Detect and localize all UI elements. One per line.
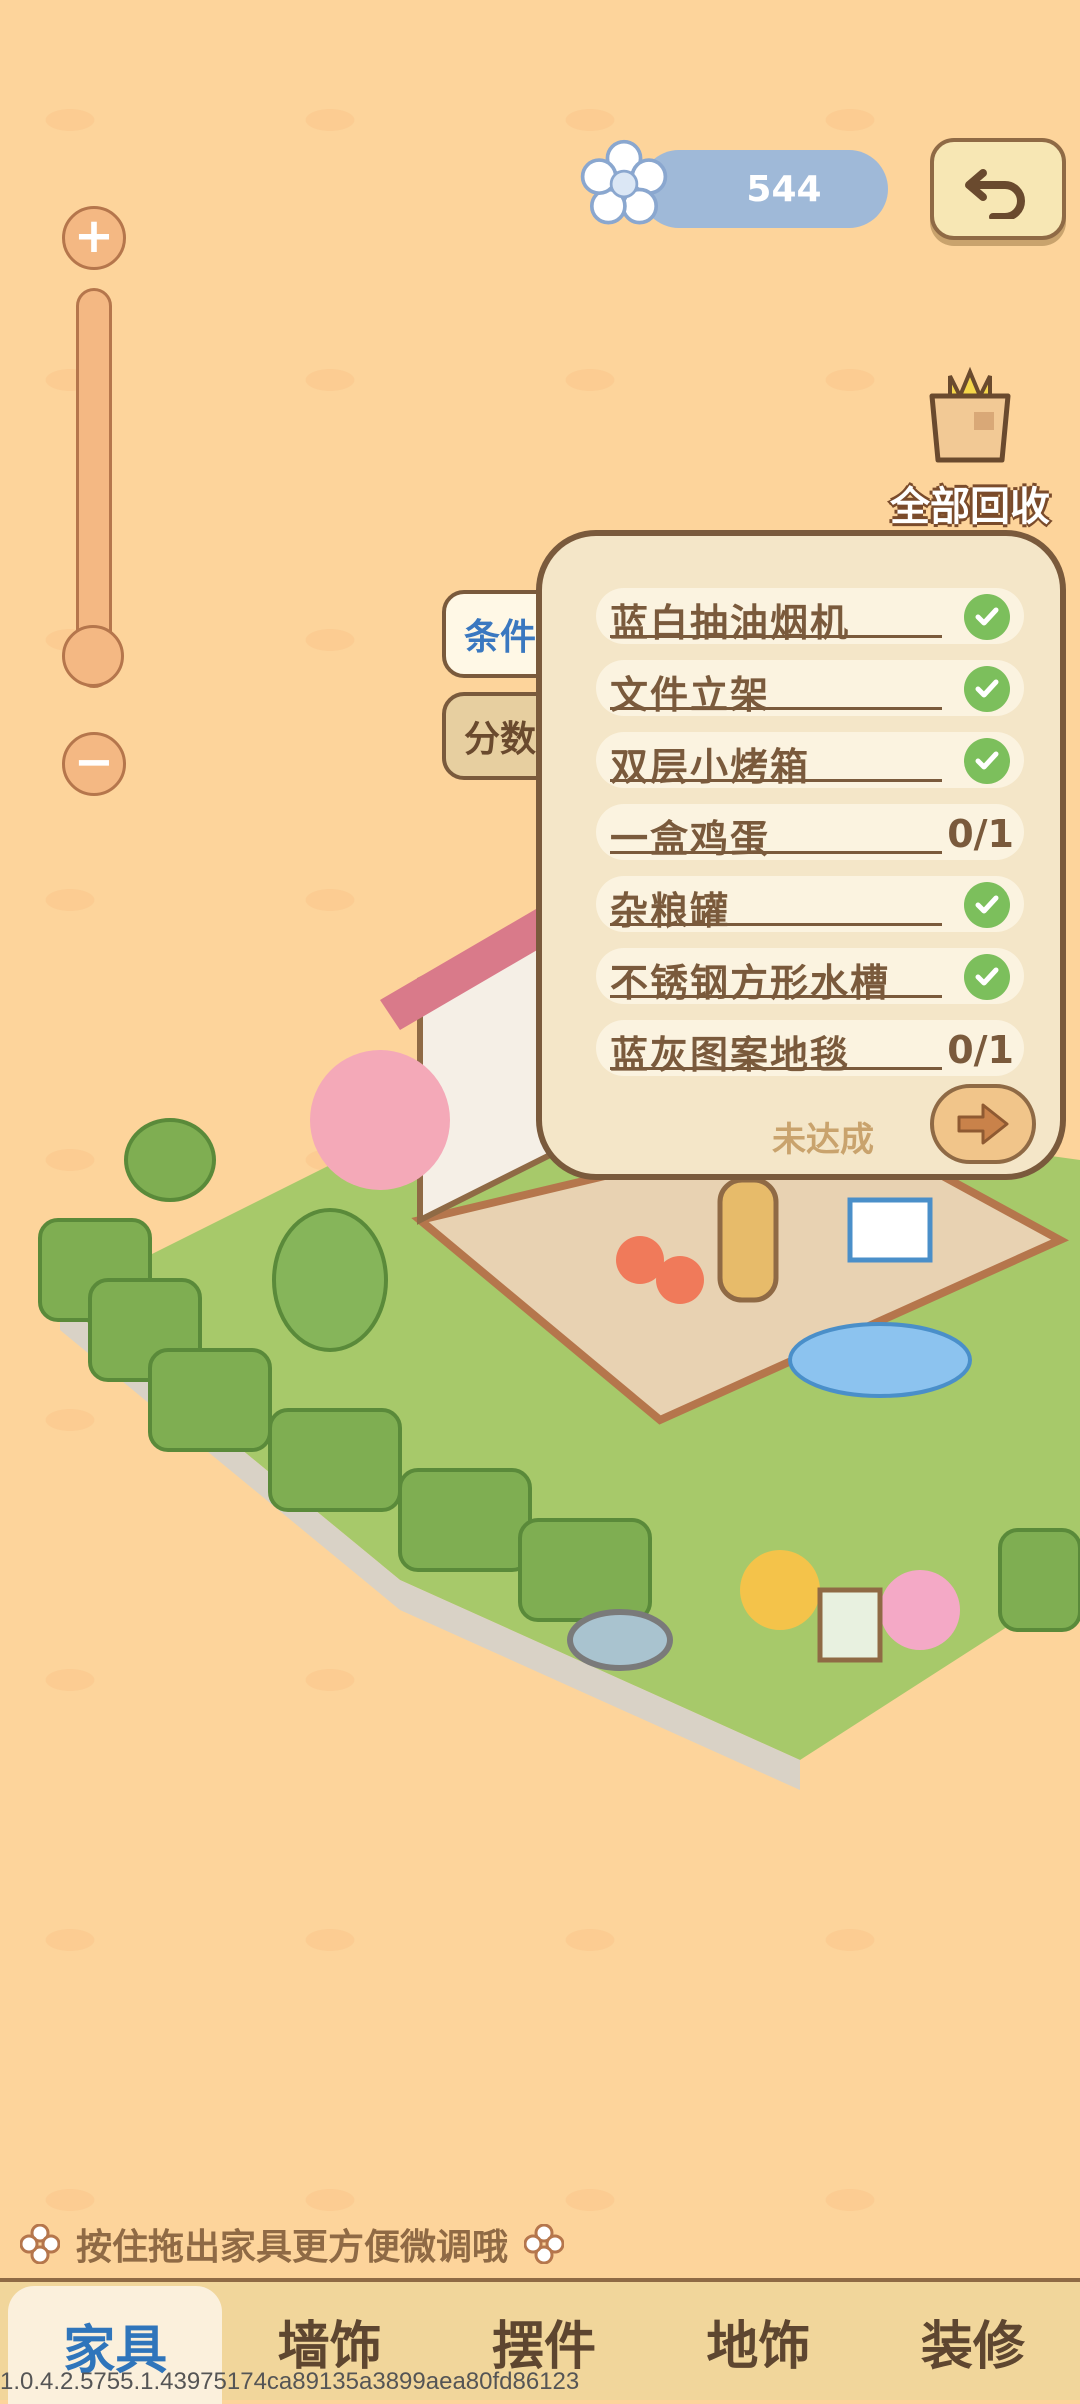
check-icon [964, 594, 1010, 640]
condition-label: 蓝灰图案地毯 [610, 1033, 851, 1077]
condition-underline [610, 851, 942, 854]
check-icon [964, 666, 1010, 712]
arrow-right-icon [957, 1103, 1009, 1145]
condition-underline [610, 1067, 942, 1070]
condition-row: 蓝灰图案地毯 0/1 [596, 1020, 1024, 1077]
condition-label: 一盒鸡蛋 [610, 817, 771, 861]
check-icon [964, 954, 1010, 1000]
condition-underline [610, 923, 942, 926]
condition-row: 不锈钢方形水槽 [596, 948, 1024, 1005]
flower-icon [580, 139, 668, 225]
check-icon [964, 738, 1010, 784]
condition-label: 蓝白抽油烟机 [610, 601, 851, 645]
recycle-all-label: 全部回收 [890, 484, 1050, 530]
condition-label: 文件立架 [610, 673, 771, 717]
condition-row: 双层小烤箱 [596, 732, 1024, 789]
zoom-in-button[interactable]: + [62, 206, 126, 270]
hint-text: 按住拖出家具更方便微调哦 [76, 2227, 509, 2268]
condition-row: 蓝白抽油烟机 [596, 588, 1024, 645]
currency-amount: 544 [746, 168, 822, 210]
hint-bar: 按住拖出家具更方便微调哦 [20, 2218, 580, 2270]
version-text: 1.0.4.2.5755.1.43975174ca89135a3899aea80… [0, 2368, 580, 2395]
condition-progress: 0/1 [947, 812, 1014, 856]
conditions-list: 蓝白抽油烟机 文件立架 双层小烤箱 一盒鸡蛋 0/1 杂粮罐 不锈钢方形水槽 蓝… [596, 588, 1024, 1092]
check-icon [964, 882, 1010, 928]
condition-label: 双层小烤箱 [610, 745, 811, 789]
clover-icon [524, 2224, 565, 2264]
basket-icon [929, 366, 1011, 463]
nav-floor-decor[interactable]: 地饰 [651, 2282, 865, 2400]
back-button[interactable] [930, 138, 1066, 240]
condition-row: 一盒鸡蛋 0/1 [596, 804, 1024, 861]
undo-icon [965, 169, 1025, 219]
next-button[interactable] [930, 1084, 1036, 1164]
condition-underline [610, 707, 942, 710]
condition-label: 杂粮罐 [610, 889, 731, 933]
conditions-panel: 蓝白抽油烟机 文件立架 双层小烤箱 一盒鸡蛋 0/1 杂粮罐 不锈钢方形水槽 蓝… [536, 530, 1066, 1180]
clover-icon [20, 2224, 60, 2264]
condition-label: 不锈钢方形水槽 [610, 961, 891, 1005]
condition-underline [610, 635, 942, 638]
nav-renovation[interactable]: 装修 [866, 2282, 1080, 2400]
condition-underline [610, 995, 942, 998]
condition-underline [610, 779, 942, 782]
recycle-all-button[interactable]: 全部回收 [880, 356, 1060, 532]
panel-status: 未达成 [772, 1120, 874, 1160]
currency-bar: 544 [640, 150, 888, 228]
condition-row: 杂粮罐 [596, 876, 1024, 933]
condition-progress: 0/1 [947, 1028, 1014, 1072]
condition-row: 文件立架 [596, 660, 1024, 717]
